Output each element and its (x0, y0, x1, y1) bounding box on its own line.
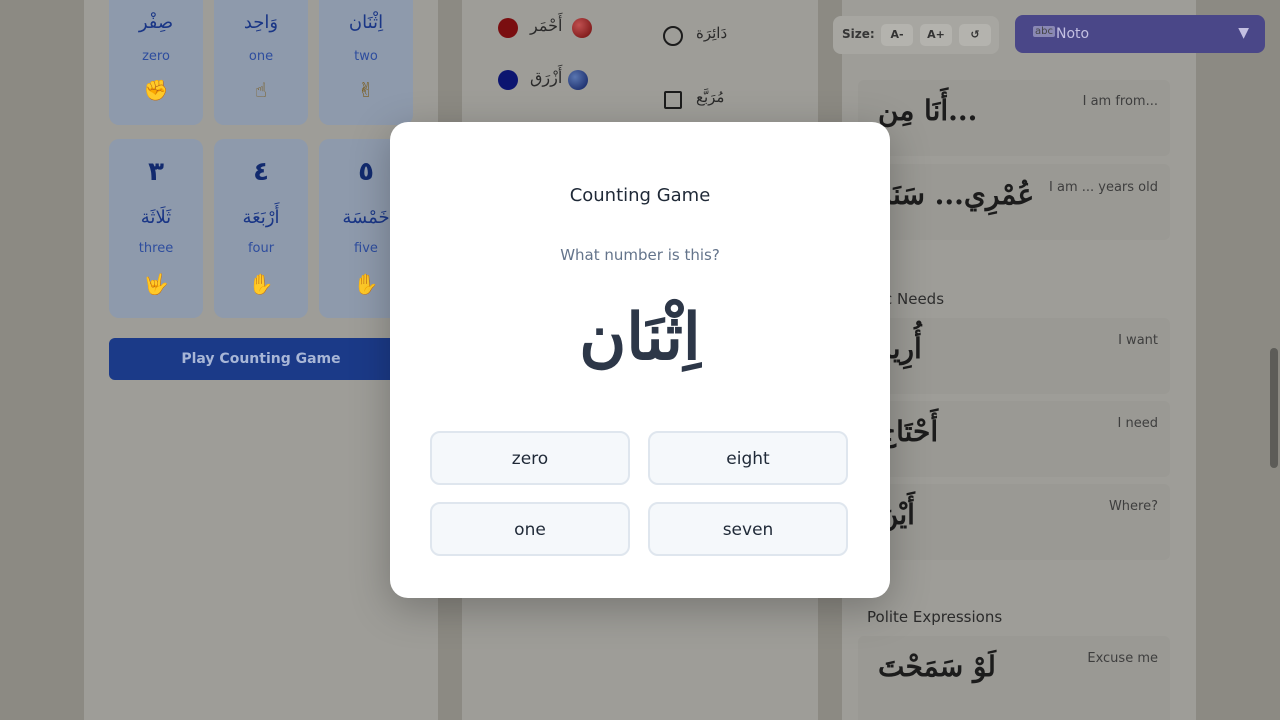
decrease-font-button[interactable]: A- (881, 24, 913, 46)
number-card-zero[interactable]: صِفْر zero ✊ (109, 0, 203, 125)
answer-option-button[interactable]: seven (648, 502, 848, 556)
phrase-english: Where? (1108, 499, 1158, 514)
size-controls: Size: A- A+ ↺ (833, 16, 999, 54)
red-dot-icon (498, 18, 518, 38)
number-english: one (248, 49, 274, 64)
number-english: two (354, 49, 378, 64)
increase-font-button[interactable]: A+ (920, 24, 952, 46)
number-arabic: ثَلَاثَة (140, 207, 172, 228)
answer-option-button[interactable]: zero (430, 431, 630, 485)
phrase-english: I am from... (1082, 94, 1158, 109)
font-select-value: Noto (1056, 26, 1090, 42)
quiz-word: اِثْنَان (579, 300, 701, 375)
color-item-blue[interactable]: أَزْرَق (498, 68, 608, 92)
pointing-hand-icon: ☝ (254, 78, 268, 102)
scrollbar-thumb[interactable] (1270, 348, 1278, 468)
play-counting-game-button[interactable]: Play Counting Game (109, 338, 413, 380)
chevron-down-icon: ▼ (1238, 25, 1249, 41)
reset-font-button[interactable]: ↺ (959, 24, 991, 46)
phrase-english: I want (1118, 333, 1158, 348)
shape-label: دَائِرَة (696, 24, 728, 42)
answer-option-button[interactable]: one (430, 502, 630, 556)
number-digit: ٤ (253, 157, 269, 187)
color-label: أَزْرَق (530, 68, 563, 87)
blue-sphere-icon (568, 70, 588, 90)
phrase-item[interactable]: أَنَا مِن... I am from... (858, 80, 1170, 156)
number-english: zero (142, 49, 170, 64)
blue-dot-icon (498, 70, 518, 90)
phrase-english: I need (1117, 416, 1158, 431)
size-label: Size: (842, 27, 875, 41)
number-arabic: أَرْبَعَة (242, 207, 280, 228)
phrase-item[interactable]: أُرِيد I want (858, 318, 1170, 394)
phrase-item[interactable]: عُمْرِي... سَنَة I am ... years old (858, 164, 1170, 240)
shape-item-circle[interactable]: دَائِرَة (662, 24, 742, 48)
font-icon: abc (1033, 26, 1055, 37)
modal-title: Counting Game (569, 185, 711, 206)
open-hand-icon: ✋ (248, 272, 274, 296)
number-english: three (138, 241, 174, 256)
square-icon (664, 91, 682, 109)
number-arabic: اِثْنَان (348, 12, 384, 33)
phrase-english: I am ... years old (1049, 180, 1158, 195)
shape-label: مُرَبَّع (696, 88, 725, 106)
phrase-arabic: لَوْ سَمَحْتَ (878, 650, 996, 683)
number-card-two[interactable]: اِثْنَان two ✌ (319, 0, 413, 125)
counting-game-modal: Counting Game What number is this? اِثْن… (390, 122, 890, 598)
fist-hand-icon: ✊ (143, 78, 169, 102)
number-card-four[interactable]: ٤ أَرْبَعَة four ✋ (214, 139, 308, 318)
modal-question: What number is this? (560, 246, 720, 264)
number-arabic: وَاحِد (243, 12, 279, 33)
number-digit: ٣ (148, 157, 164, 187)
shape-item-square[interactable]: مُرَبَّع (662, 88, 742, 112)
red-sphere-icon (572, 18, 592, 38)
number-english: four (247, 241, 275, 256)
number-card-three[interactable]: ٣ ثَلَاثَة three 🤟 (109, 139, 203, 318)
phrase-item[interactable]: لَوْ سَمَحْتَ Excuse me (858, 636, 1170, 720)
victory-hand-icon: ✌ (357, 78, 375, 102)
section-title-polite: Polite Expressions (867, 608, 1003, 626)
phrase-english: Excuse me (1087, 651, 1158, 666)
number-card-one[interactable]: وَاحِد one ☝ (214, 0, 308, 125)
number-arabic: صِفْر (138, 12, 174, 33)
phrase-arabic: أَنَا مِن... (878, 94, 978, 127)
font-select[interactable]: abc Noto ▼ (1015, 15, 1265, 53)
color-item-red[interactable]: أَحْمَر (498, 16, 608, 40)
love-you-hand-icon: 🤟 (143, 272, 169, 296)
phrase-item[interactable]: أَيْنَ Where? (858, 484, 1170, 560)
circle-icon (663, 26, 683, 46)
answer-option-button[interactable]: eight (648, 431, 848, 485)
phrase-arabic: عُمْرِي... سَنَة (878, 178, 1035, 211)
phrase-item[interactable]: أَحْتَاج I need (858, 401, 1170, 477)
color-label: أَحْمَر (530, 16, 563, 35)
